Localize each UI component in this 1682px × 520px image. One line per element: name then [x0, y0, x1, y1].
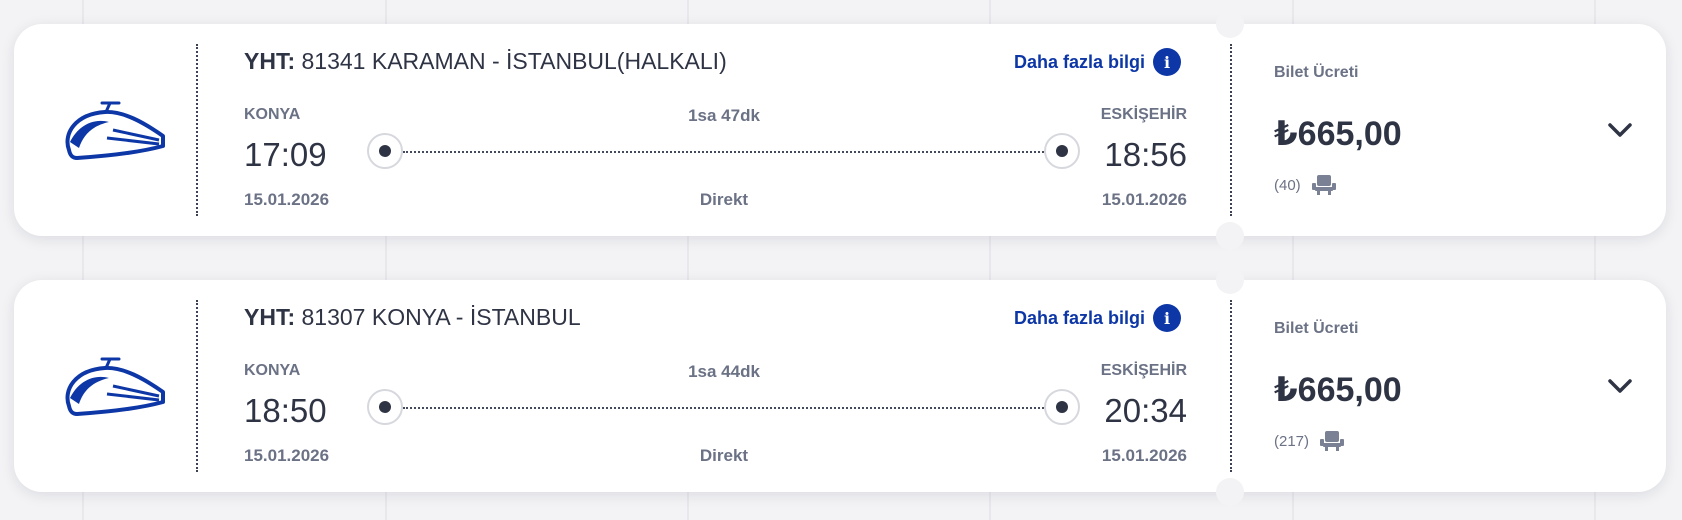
- train-name: 81341 KARAMAN - İSTANBUL(HALKALI): [301, 48, 727, 74]
- departure-date: 15.01.2026: [244, 446, 330, 465]
- ticket-notch: [1216, 222, 1244, 250]
- train-name: 81307 KONYA - İSTANBUL: [301, 304, 581, 330]
- divider: [196, 300, 198, 472]
- trip-card[interactable]: YHT: 81341 KARAMAN - İSTANBUL(HALKALI) D…: [14, 10, 1666, 250]
- stops-info: Direkt: [699, 190, 749, 209]
- departure-date: 15.01.2026: [244, 190, 330, 209]
- ticket-notch: [1216, 478, 1244, 506]
- route-line: [403, 151, 1044, 153]
- route-line: [403, 407, 1044, 409]
- info-icon: i: [1153, 304, 1182, 332]
- arrival-date: 15.01.2026: [1101, 446, 1187, 465]
- divider: [1230, 44, 1232, 216]
- train-title: YHT: 81341 KARAMAN - İSTANBUL(HALKALI): [244, 48, 727, 75]
- chevron-down-icon: [1608, 123, 1632, 137]
- departure-time: 18:50: [244, 392, 327, 429]
- seat-icon: [1320, 431, 1345, 451]
- trip-duration: 1sa 47dk: [688, 106, 760, 125]
- fare-label: Bilet Ücreti: [1274, 64, 1359, 81]
- ticket-notch: [1216, 10, 1244, 38]
- arrival-stop-dot: [1044, 389, 1080, 425]
- ticket-price: ₺665,00: [1274, 371, 1402, 409]
- departure-station: KONYA: [244, 362, 301, 379]
- expand-button[interactable]: [1600, 110, 1640, 150]
- chevron-down-icon: [1608, 379, 1632, 393]
- train-title: YHT: 81307 KONYA - İSTANBUL: [244, 304, 581, 331]
- high-speed-train-icon: [65, 357, 165, 416]
- arrival-stop-dot: [1044, 133, 1080, 169]
- info-icon: i: [1153, 48, 1182, 76]
- more-info-link[interactable]: Daha fazla bilgi i: [1014, 304, 1182, 332]
- divider: [196, 44, 198, 216]
- arrival-time: 20:34: [1104, 392, 1187, 429]
- more-info-label: Daha fazla bilgi: [1014, 307, 1146, 328]
- arrival-date: 15.01.2026: [1101, 190, 1187, 209]
- seat-availability: (217): [1274, 430, 1345, 452]
- train-type-label: YHT:: [244, 48, 296, 74]
- seat-count: (40): [1274, 176, 1301, 194]
- departure-station: KONYA: [244, 106, 301, 123]
- divider: [1230, 300, 1232, 472]
- more-info-label: Daha fazla bilgi: [1014, 51, 1146, 72]
- arrival-time: 18:56: [1104, 136, 1187, 173]
- departure-stop-dot: [367, 389, 403, 425]
- trip-duration: 1sa 44dk: [688, 362, 760, 381]
- seat-icon: [1311, 175, 1336, 195]
- train-type-label: YHT:: [244, 304, 296, 330]
- seat-count: (217): [1274, 432, 1310, 450]
- expand-button[interactable]: [1600, 366, 1640, 406]
- departure-stop-dot: [367, 133, 403, 169]
- seat-availability: (40): [1274, 174, 1337, 196]
- high-speed-train-icon: [65, 101, 165, 160]
- fare-label: Bilet Ücreti: [1274, 320, 1359, 337]
- arrival-station: ESKİŞEHİR: [1100, 362, 1187, 379]
- ticket-price: ₺665,00: [1274, 115, 1402, 153]
- more-info-link[interactable]: Daha fazla bilgi i: [1014, 48, 1182, 76]
- trip-card[interactable]: YHT: 81307 KONYA - İSTANBUL Daha fazla b…: [14, 266, 1666, 506]
- stops-info: Direkt: [699, 446, 749, 465]
- arrival-station: ESKİŞEHİR: [1100, 106, 1187, 123]
- ticket-notch: [1216, 266, 1244, 294]
- departure-time: 17:09: [244, 136, 327, 173]
